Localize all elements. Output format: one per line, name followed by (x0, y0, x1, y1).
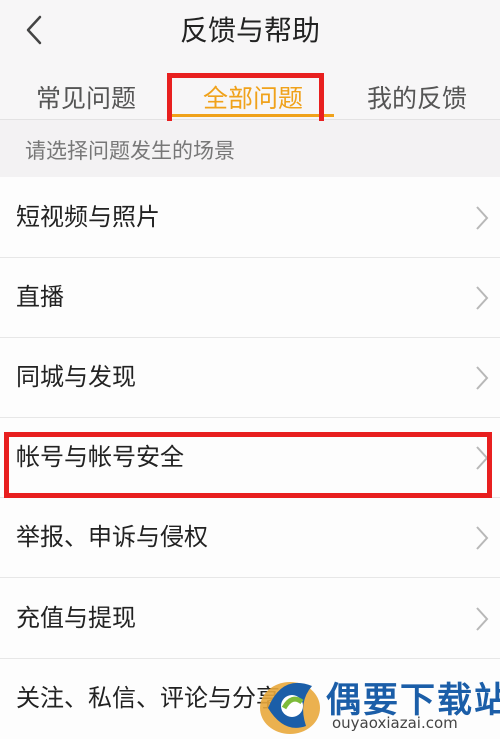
list-item-label: 同城与发现 (16, 363, 136, 391)
list-item-label: 关注、私信、评论与分享 (16, 684, 280, 712)
chevron-right-icon (476, 206, 489, 230)
list-item-report-appeal[interactable]: 举报、申诉与侵权 (0, 497, 500, 578)
list-item-live[interactable]: 直播 (0, 257, 500, 338)
list-item-label: 短视频与照片 (16, 203, 160, 231)
watermark-logo-icon (260, 682, 320, 734)
chevron-right-icon (476, 366, 489, 390)
list-item-label: 举报、申诉与侵权 (16, 523, 208, 551)
tab-my-feedback[interactable]: 我的反馈 (352, 62, 482, 120)
chevron-right-icon (476, 607, 489, 631)
list-item-nearby[interactable]: 同城与发现 (0, 337, 500, 418)
highlight-box-account (4, 432, 492, 498)
chevron-right-icon (476, 526, 489, 550)
scene-hint-text: 请选择问题发生的场景 (25, 139, 235, 163)
page-title: 反馈与帮助 (179, 14, 320, 47)
list-item-label: 充值与提现 (16, 604, 136, 632)
tab-common-questions[interactable]: 常见问题 (18, 62, 154, 120)
list-item-label: 直播 (16, 283, 64, 311)
chevron-right-icon (476, 286, 489, 310)
list-item-short-video[interactable]: 短视频与照片 (0, 177, 500, 258)
watermark: 偶要下载站 ouyaoxiazai.com (250, 668, 500, 739)
watermark-url: ouyaoxiazai.com (332, 714, 458, 732)
scene-hint: 请选择问题发生的场景 (0, 121, 500, 177)
list-item-recharge-withdraw[interactable]: 充值与提现 (0, 578, 500, 659)
header-bar: 反馈与帮助 (0, 0, 500, 62)
